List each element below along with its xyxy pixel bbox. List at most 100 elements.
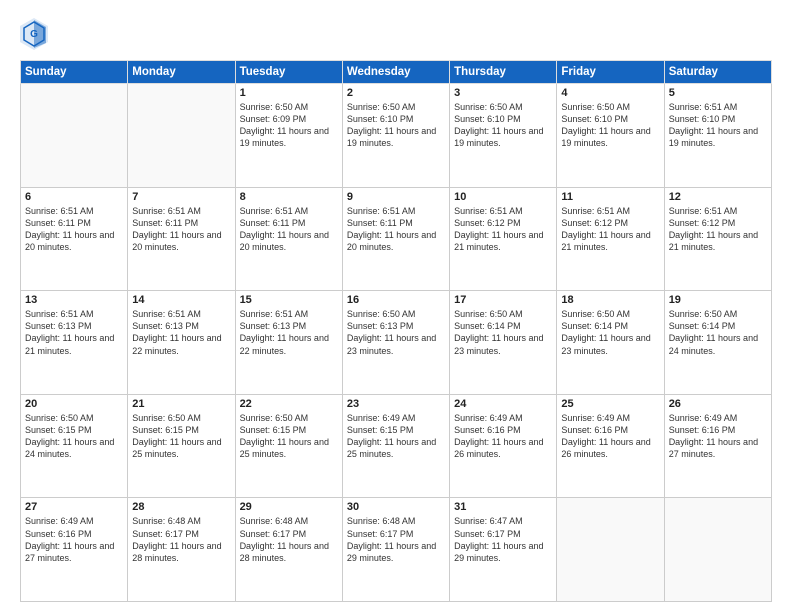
calendar-header-monday: Monday	[128, 61, 235, 84]
calendar-cell	[128, 84, 235, 188]
calendar-cell: 14 Sunrise: 6:51 AM Sunset: 6:13 PM Dayli…	[128, 291, 235, 395]
day-detail: Sunrise: 6:51 AM Sunset: 6:12 PM Dayligh…	[454, 205, 552, 254]
day-detail: Sunrise: 6:51 AM Sunset: 6:13 PM Dayligh…	[132, 308, 230, 357]
day-detail: Sunrise: 6:50 AM Sunset: 6:13 PM Dayligh…	[347, 308, 445, 357]
calendar-cell: 20 Sunrise: 6:50 AM Sunset: 6:15 PM Dayli…	[21, 394, 128, 498]
calendar-cell: 9Sunrise: 6:51 AM Sunset: 6:11 PM Daylig…	[342, 187, 449, 291]
calendar-cell	[557, 498, 664, 602]
calendar-week-row: 27 Sunrise: 6:49 AM Sunset: 6:16 PM Dayli…	[21, 498, 772, 602]
calendar-cell: 28Sunrise: 6:48 AM Sunset: 6:17 PM Dayli…	[128, 498, 235, 602]
day-number: 21	[132, 398, 230, 410]
day-number: 10	[454, 191, 552, 203]
day-detail: Sunrise: 6:50 AM Sunset: 6:10 PM Dayligh…	[347, 101, 445, 150]
day-detail: Sunrise: 6:49 AM Sunset: 6:15 PM Dayligh…	[347, 412, 445, 461]
calendar-cell: 8 Sunrise: 6:51 AM Sunset: 6:11 PM Daylig…	[235, 187, 342, 291]
calendar-header-saturday: Saturday	[664, 61, 771, 84]
page: G SundayMondayTuesdayWednesdayThursdayFr…	[0, 0, 792, 612]
calendar-header-thursday: Thursday	[450, 61, 557, 84]
calendar-cell: 25 Sunrise: 6:49 AM Sunset: 6:16 PM Dayli…	[557, 394, 664, 498]
day-number: 6	[25, 191, 123, 203]
calendar-cell: 23 Sunrise: 6:49 AM Sunset: 6:15 PM Dayli…	[342, 394, 449, 498]
day-number: 7	[132, 191, 230, 203]
day-number: 13	[25, 294, 123, 306]
day-detail: Sunrise: 6:51 AM Sunset: 6:11 PM Dayligh…	[132, 205, 230, 254]
day-number: 14	[132, 294, 230, 306]
day-detail: Sunrise: 6:50 AM Sunset: 6:15 PM Dayligh…	[240, 412, 338, 461]
logo: G	[20, 18, 52, 50]
calendar-cell: 29 Sunrise: 6:48 AM Sunset: 6:17 PM Dayli…	[235, 498, 342, 602]
day-number: 24	[454, 398, 552, 410]
day-detail: Sunrise: 6:50 AM Sunset: 6:14 PM Dayligh…	[454, 308, 552, 357]
day-detail: Sunrise: 6:50 AM Sunset: 6:10 PM Dayligh…	[454, 101, 552, 150]
day-number: 31	[454, 501, 552, 513]
day-number: 25	[561, 398, 659, 410]
calendar-cell: 17 Sunrise: 6:50 AM Sunset: 6:14 PM Dayli…	[450, 291, 557, 395]
day-number: 12	[669, 191, 767, 203]
day-detail: Sunrise: 6:51 AM Sunset: 6:13 PM Dayligh…	[25, 308, 123, 357]
calendar-cell: 7 Sunrise: 6:51 AM Sunset: 6:11 PM Daylig…	[128, 187, 235, 291]
calendar-cell: 21Sunrise: 6:50 AM Sunset: 6:15 PM Dayli…	[128, 394, 235, 498]
day-number: 20	[25, 398, 123, 410]
day-detail: Sunrise: 6:49 AM Sunset: 6:16 PM Dayligh…	[454, 412, 552, 461]
logo-icon: G	[20, 18, 48, 50]
day-number: 26	[669, 398, 767, 410]
day-number: 11	[561, 191, 659, 203]
calendar-cell: 15 Sunrise: 6:51 AM Sunset: 6:13 PM Dayli…	[235, 291, 342, 395]
day-detail: Sunrise: 6:50 AM Sunset: 6:14 PM Dayligh…	[561, 308, 659, 357]
day-detail: Sunrise: 6:51 AM Sunset: 6:12 PM Dayligh…	[669, 205, 767, 254]
day-detail: Sunrise: 6:48 AM Sunset: 6:17 PM Dayligh…	[347, 515, 445, 564]
day-detail: Sunrise: 6:51 AM Sunset: 6:10 PM Dayligh…	[669, 101, 767, 150]
day-detail: Sunrise: 6:49 AM Sunset: 6:16 PM Dayligh…	[669, 412, 767, 461]
calendar-cell: 3 Sunrise: 6:50 AM Sunset: 6:10 PM Daylig…	[450, 84, 557, 188]
calendar-cell: 30 Sunrise: 6:48 AM Sunset: 6:17 PM Dayli…	[342, 498, 449, 602]
day-number: 22	[240, 398, 338, 410]
day-number: 23	[347, 398, 445, 410]
day-detail: Sunrise: 6:48 AM Sunset: 6:17 PM Dayligh…	[132, 515, 230, 564]
calendar-week-row: 20 Sunrise: 6:50 AM Sunset: 6:15 PM Dayli…	[21, 394, 772, 498]
calendar-week-row: 6 Sunrise: 6:51 AM Sunset: 6:11 PM Daylig…	[21, 187, 772, 291]
calendar-header-sunday: Sunday	[21, 61, 128, 84]
calendar-header-row: SundayMondayTuesdayWednesdayThursdayFrid…	[21, 61, 772, 84]
calendar-cell: 19Sunrise: 6:50 AM Sunset: 6:14 PM Dayli…	[664, 291, 771, 395]
day-detail: Sunrise: 6:51 AM Sunset: 6:12 PM Dayligh…	[561, 205, 659, 254]
calendar-cell: 16 Sunrise: 6:50 AM Sunset: 6:13 PM Dayli…	[342, 291, 449, 395]
day-detail: Sunrise: 6:49 AM Sunset: 6:16 PM Dayligh…	[561, 412, 659, 461]
calendar-cell	[21, 84, 128, 188]
calendar-cell: 12 Sunrise: 6:51 AM Sunset: 6:12 PM Dayli…	[664, 187, 771, 291]
day-detail: Sunrise: 6:51 AM Sunset: 6:13 PM Dayligh…	[240, 308, 338, 357]
day-number: 27	[25, 501, 123, 513]
svg-text:G: G	[30, 29, 38, 40]
day-number: 3	[454, 87, 552, 99]
day-detail: Sunrise: 6:48 AM Sunset: 6:17 PM Dayligh…	[240, 515, 338, 564]
calendar-cell: 4Sunrise: 6:50 AM Sunset: 6:10 PM Daylig…	[557, 84, 664, 188]
day-number: 2	[347, 87, 445, 99]
calendar-cell: 10 Sunrise: 6:51 AM Sunset: 6:12 PM Dayli…	[450, 187, 557, 291]
calendar-cell: 2 Sunrise: 6:50 AM Sunset: 6:10 PM Daylig…	[342, 84, 449, 188]
calendar-cell: 26 Sunrise: 6:49 AM Sunset: 6:16 PM Dayli…	[664, 394, 771, 498]
day-number: 16	[347, 294, 445, 306]
calendar-cell: 27 Sunrise: 6:49 AM Sunset: 6:16 PM Dayli…	[21, 498, 128, 602]
day-number: 17	[454, 294, 552, 306]
day-number: 29	[240, 501, 338, 513]
day-number: 4	[561, 87, 659, 99]
day-number: 9	[347, 191, 445, 203]
day-number: 15	[240, 294, 338, 306]
calendar-cell: 18Sunrise: 6:50 AM Sunset: 6:14 PM Dayli…	[557, 291, 664, 395]
calendar-week-row: 13 Sunrise: 6:51 AM Sunset: 6:13 PM Dayli…	[21, 291, 772, 395]
day-number: 8	[240, 191, 338, 203]
calendar-week-row: 1 Sunrise: 6:50 AM Sunset: 6:09 PM Daylig…	[21, 84, 772, 188]
day-detail: Sunrise: 6:51 AM Sunset: 6:11 PM Dayligh…	[240, 205, 338, 254]
day-number: 30	[347, 501, 445, 513]
calendar-cell: 24 Sunrise: 6:49 AM Sunset: 6:16 PM Dayli…	[450, 394, 557, 498]
calendar-cell: 11 Sunrise: 6:51 AM Sunset: 6:12 PM Dayli…	[557, 187, 664, 291]
day-detail: Sunrise: 6:50 AM Sunset: 6:15 PM Dayligh…	[25, 412, 123, 461]
day-number: 19	[669, 294, 767, 306]
calendar-header-tuesday: Tuesday	[235, 61, 342, 84]
day-detail: Sunrise: 6:47 AM Sunset: 6:17 PM Dayligh…	[454, 515, 552, 564]
day-number: 1	[240, 87, 338, 99]
day-detail: Sunrise: 6:49 AM Sunset: 6:16 PM Dayligh…	[25, 515, 123, 564]
day-detail: Sunrise: 6:50 AM Sunset: 6:09 PM Dayligh…	[240, 101, 338, 150]
calendar-cell: 13 Sunrise: 6:51 AM Sunset: 6:13 PM Dayli…	[21, 291, 128, 395]
day-number: 5	[669, 87, 767, 99]
calendar: SundayMondayTuesdayWednesdayThursdayFrid…	[20, 60, 772, 602]
